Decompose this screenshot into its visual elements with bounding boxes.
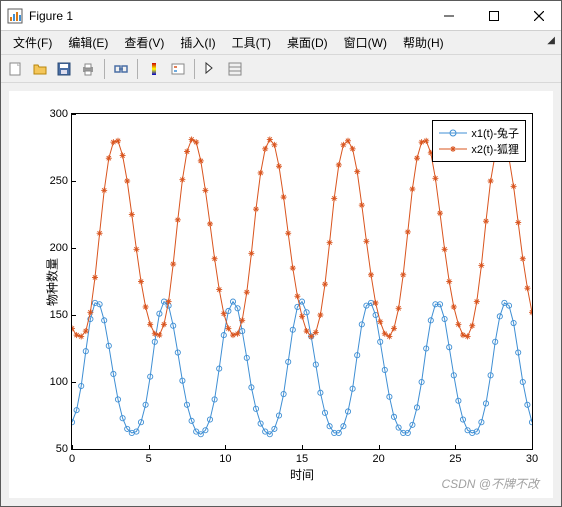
axes: 物种数量 时间 x1(t)-兔子 x2(t)-狐狸 50100150200250… [71, 113, 533, 450]
x-axis-label: 时间 [290, 466, 314, 483]
menu-insert[interactable]: 插入(I) [172, 32, 223, 53]
legend-label-2: x2(t)-狐狸 [471, 141, 519, 157]
y-tick-label: 100 [50, 376, 68, 388]
legend[interactable]: x1(t)-兔子 x2(t)-狐狸 [432, 120, 526, 162]
menu-dropdown-icon[interactable]: ◢ [547, 35, 555, 46]
toolbar-separator [194, 59, 195, 79]
toolbar-separator [104, 59, 105, 79]
x-tick-label: 30 [526, 453, 538, 465]
y-axis-label: 物种数量 [44, 257, 61, 305]
x-tick-label: 0 [69, 453, 75, 465]
plot-svg [72, 114, 532, 449]
close-button[interactable] [516, 1, 561, 30]
menu-edit[interactable]: 编辑(E) [60, 32, 116, 53]
plot-surface: 物种数量 时间 x1(t)-兔子 x2(t)-狐狸 50100150200250… [9, 91, 553, 498]
window-title: Figure 1 [29, 9, 426, 23]
x-tick-label: 20 [373, 453, 385, 465]
menubar: 文件(F) 编辑(E) 查看(V) 插入(I) 工具(T) 桌面(D) 窗口(W… [1, 31, 561, 55]
menu-file[interactable]: 文件(F) [5, 32, 60, 53]
y-tick-label: 200 [50, 242, 68, 254]
x-tick-label: 5 [146, 453, 152, 465]
legend-label-1: x1(t)-兔子 [471, 125, 519, 141]
insert-legend-button[interactable] [167, 58, 189, 80]
save-button[interactable] [53, 58, 75, 80]
minimize-button[interactable] [426, 1, 471, 30]
y-tick-label: 300 [50, 108, 68, 120]
menu-tools[interactable]: 工具(T) [224, 32, 279, 53]
legend-swatch-2 [439, 142, 467, 156]
maximize-button[interactable] [471, 1, 516, 30]
edit-plot-button[interactable] [200, 58, 222, 80]
open-button[interactable] [29, 58, 51, 80]
legend-swatch-1 [439, 126, 467, 140]
menu-desktop[interactable]: 桌面(D) [279, 32, 336, 53]
y-tick-label: 50 [56, 443, 68, 455]
toolbar-separator [137, 59, 138, 79]
menu-window[interactable]: 窗口(W) [336, 32, 395, 53]
x-tick-label: 15 [296, 453, 308, 465]
insert-colorbar-button[interactable] [143, 58, 165, 80]
legend-item-1: x1(t)-兔子 [439, 125, 519, 141]
x-tick-label: 25 [449, 453, 461, 465]
watermark: CSDN @不牌不改 [441, 475, 539, 492]
open-property-inspector-button[interactable] [224, 58, 246, 80]
app-icon [7, 8, 23, 24]
new-figure-button[interactable] [5, 58, 27, 80]
menu-view[interactable]: 查看(V) [116, 32, 172, 53]
toolbar [1, 55, 561, 83]
print-button[interactable] [77, 58, 99, 80]
menu-help[interactable]: 帮助(H) [395, 32, 452, 53]
titlebar[interactable]: Figure 1 [1, 1, 561, 31]
figure-window: Figure 1 文件(F) 编辑(E) 查看(V) 插入(I) 工具(T) 桌… [0, 0, 562, 507]
x-tick-label: 10 [219, 453, 231, 465]
figure-canvas[interactable]: 物种数量 时间 x1(t)-兔子 x2(t)-狐狸 50100150200250… [1, 83, 561, 506]
y-tick-label: 250 [50, 175, 68, 187]
link-plot-button[interactable] [110, 58, 132, 80]
y-tick-label: 150 [50, 309, 68, 321]
legend-item-2: x2(t)-狐狸 [439, 141, 519, 157]
